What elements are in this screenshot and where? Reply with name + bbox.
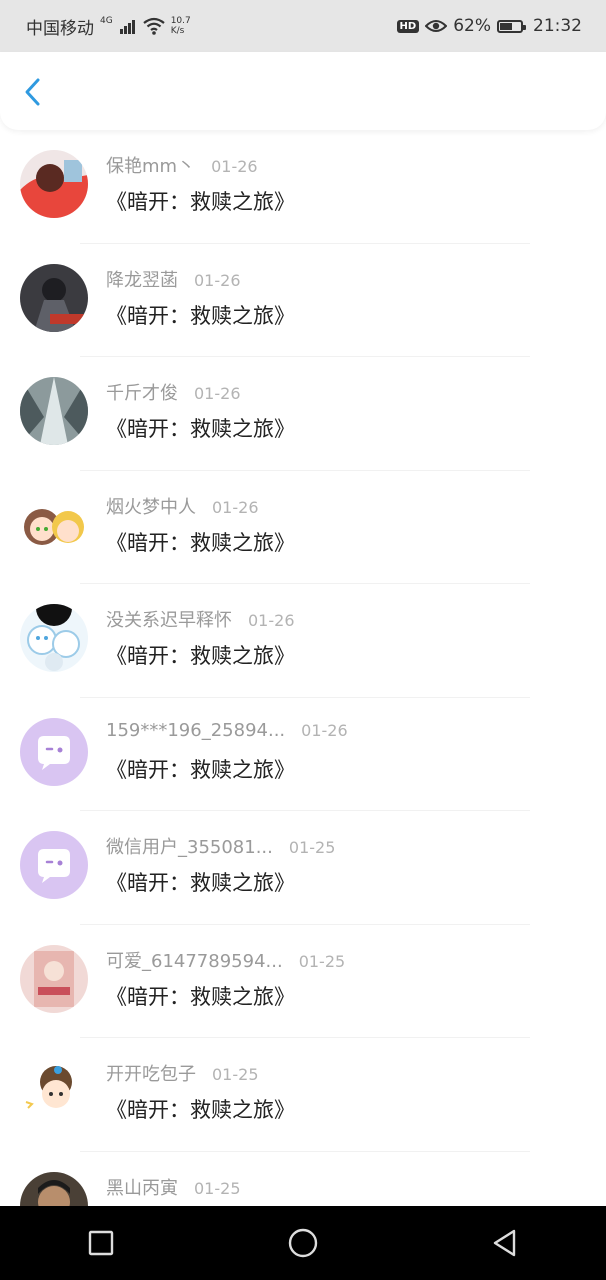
comment-date: 01-26 [301, 720, 348, 740]
back-nav-button[interactable] [475, 1213, 535, 1273]
comment-date: 01-25 [194, 1178, 241, 1198]
book-title: 《暗开：救赎之旅》 [106, 417, 295, 441]
hd-badge: HD [396, 19, 420, 33]
comment-meta: 159***196_25894... 01-26 [106, 720, 348, 741]
comment-row[interactable]: 159***196_25894... 01-26 《暗开：救赎之旅》 [0, 698, 606, 811]
user-avatar[interactable] [20, 831, 88, 899]
user-avatar[interactable] [20, 377, 88, 445]
book-title: 《暗开：救赎之旅》 [106, 190, 295, 214]
comment-meta: 没关系迟早释怀 01-26 [106, 606, 295, 632]
clock: 21:32 [533, 16, 582, 36]
comment-row[interactable]: 降龙翌菡 01-26 《暗开：救赎之旅》 [0, 244, 606, 357]
user-avatar[interactable] [20, 1058, 88, 1126]
network-speed: 10.7 K/s [171, 16, 191, 36]
comment-row[interactable]: 微信用户_355081... 01-25 《暗开：救赎之旅》 [0, 811, 606, 925]
comment-date: 01-25 [298, 951, 346, 971]
system-nav-bar [0, 1206, 606, 1280]
comment-row[interactable]: 保艳mm丶 01-26 《暗开：救赎之旅》 [0, 130, 606, 244]
user-name[interactable]: 微信用户_355081... [106, 833, 273, 859]
speed-value: 10.7 [170, 16, 191, 26]
status-bar: 中国移动 4G 10.7 K/s HD 62% 21:32 [0, 0, 606, 52]
comment-row[interactable]: 开开吃包子 01-25 《暗开：救赎之旅》 [0, 1038, 606, 1152]
user-name[interactable]: 159***196_25894... [106, 720, 285, 741]
carrier-label: 中国移动 [26, 18, 94, 39]
battery-icon [497, 19, 526, 33]
comment-meta: 微信用户_355081... 01-25 [106, 833, 335, 859]
comment-date: 01-26 [194, 270, 241, 290]
network-type: 4G [100, 16, 113, 26]
comment-meta: 降龙翌菡 01-26 [106, 266, 241, 292]
book-title: 《暗开：救赎之旅》 [106, 757, 295, 782]
user-name[interactable]: 千斤才俊 [106, 379, 178, 405]
comment-date: 01-25 [288, 838, 336, 857]
user-name[interactable]: 降龙翌菡 [106, 266, 178, 292]
book-title: 《暗开：救赎之旅》 [106, 1098, 295, 1122]
book-title: 《暗开：救赎之旅》 [106, 984, 295, 1009]
wifi-icon [143, 17, 165, 35]
comment-date: 01-26 [212, 497, 259, 517]
user-avatar[interactable] [20, 263, 88, 332]
user-name[interactable]: 没关系迟早释怀 [106, 606, 232, 632]
book-title: 《暗开：救赎之旅》 [106, 530, 295, 555]
comment-meta: 开开吃包子 01-25 [106, 1060, 259, 1086]
user-name[interactable]: 开开吃包子 [106, 1060, 196, 1086]
recent-apps-button[interactable] [71, 1213, 131, 1273]
comment-row[interactable]: 黑山丙寅 01-25 [0, 1152, 606, 1206]
comment-row[interactable]: 可爱_6147789594... 01-25 《暗开：救赎之旅》 [0, 925, 606, 1038]
user-avatar[interactable] [20, 944, 88, 1013]
user-name[interactable]: 保艳mm丶 [106, 152, 195, 178]
book-title: 《暗开：救赎之旅》 [106, 303, 295, 328]
user-avatar[interactable] [20, 150, 88, 218]
user-avatar[interactable] [20, 1171, 88, 1206]
comment-row[interactable]: 没关系迟早释怀 01-26 《暗开：救赎之旅》 [0, 584, 606, 698]
book-title: 《暗开：救赎之旅》 [106, 871, 295, 895]
comment-date: 01-26 [194, 384, 241, 403]
square-icon [88, 1230, 114, 1256]
comment-meta: 黑山丙寅 01-25 [106, 1174, 241, 1200]
comment-row[interactable]: 烟火梦中人 01-26 《暗开：救赎之旅》 [0, 471, 606, 584]
battery-percent: 62% [453, 16, 491, 36]
comment-date: 01-25 [212, 1065, 259, 1084]
user-name[interactable]: 黑山丙寅 [106, 1174, 178, 1200]
comment-meta: 烟火梦中人 01-26 [106, 493, 259, 519]
user-name[interactable]: 可爱_6147789594... [106, 947, 283, 973]
triangle-back-icon [493, 1229, 516, 1257]
signal-icon [119, 20, 135, 34]
user-avatar[interactable] [20, 604, 88, 672]
comment-list[interactable]: 保艳mm丶 01-26 《暗开：救赎之旅》 降龙翌菡 01-26 《暗开：救赎之旅》 千斤才… [0, 130, 606, 1206]
comment-date: 01-26 [248, 611, 295, 630]
eye-icon [425, 20, 448, 32]
comment-meta: 千斤才俊 01-26 [106, 379, 241, 405]
book-title: 《暗开：救赎之旅》 [106, 644, 295, 668]
header-bar [0, 52, 606, 130]
comment-meta: 保艳mm丶 01-26 [106, 152, 258, 178]
user-name[interactable]: 烟火梦中人 [106, 493, 196, 519]
user-avatar[interactable] [20, 717, 88, 786]
home-button[interactable] [273, 1213, 333, 1273]
comment-row[interactable]: 千斤才俊 01-26 《暗开：救赎之旅》 [0, 357, 606, 471]
user-avatar[interactable] [20, 490, 88, 559]
speed-unit: K/s [170, 26, 185, 36]
circle-icon [288, 1228, 318, 1258]
back-button[interactable] [18, 74, 50, 110]
chevron-left-icon [25, 78, 40, 106]
comment-meta: 可爱_6147789594... 01-25 [106, 947, 345, 973]
comment-date: 01-26 [211, 157, 258, 176]
battery-level [500, 22, 512, 30]
